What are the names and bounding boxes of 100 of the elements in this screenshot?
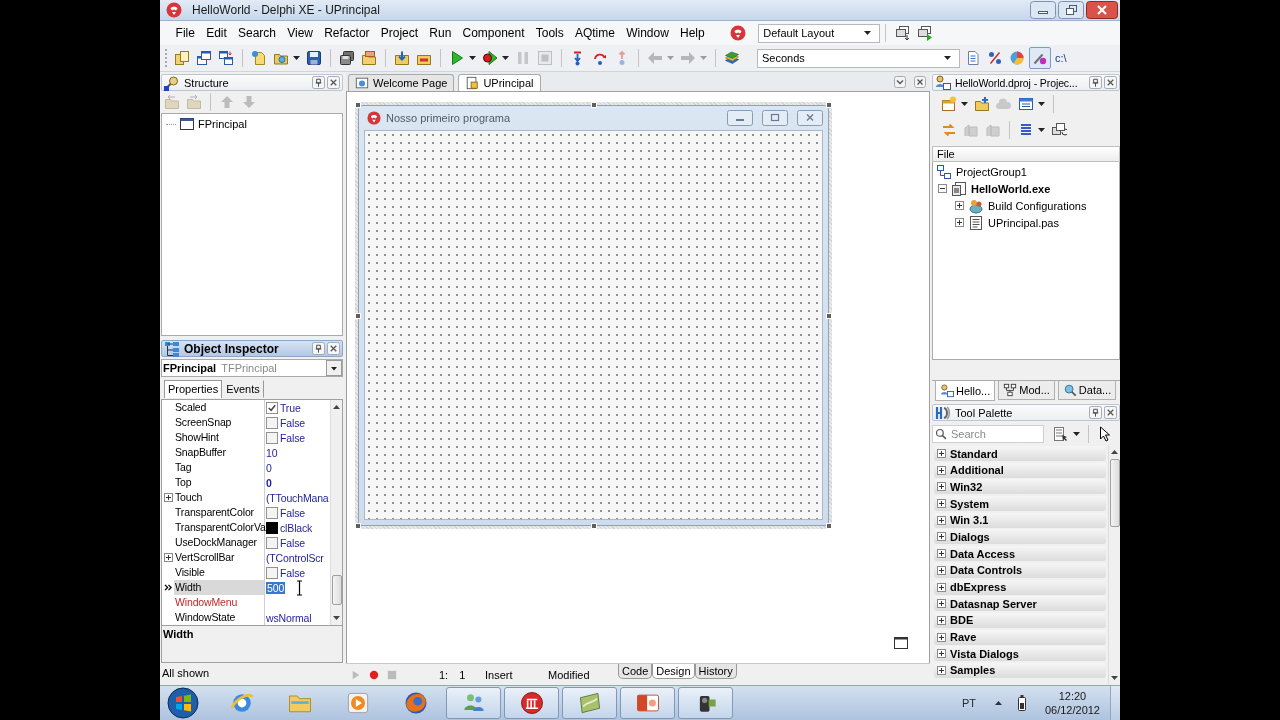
resize-handle[interactable] bbox=[826, 523, 832, 529]
checkbox[interactable] bbox=[266, 566, 278, 579]
resize-handle[interactable] bbox=[355, 312, 361, 319]
close-icon[interactable] bbox=[1086, 1, 1118, 19]
palette-category[interactable]: Rave bbox=[934, 629, 1106, 645]
view-tab[interactable]: Design bbox=[652, 664, 695, 679]
folder-down-arrow-icon[interactable] bbox=[394, 50, 410, 66]
pin-icon[interactable] bbox=[312, 76, 325, 89]
menu-item[interactable]: Search bbox=[232, 24, 282, 42]
scrollbar[interactable] bbox=[1108, 445, 1120, 685]
minimize-icon[interactable] bbox=[727, 110, 753, 126]
property-name[interactable]: Scaled bbox=[174, 400, 265, 415]
property-name[interactable]: SnapBuffer bbox=[174, 445, 265, 460]
checkbox[interactable] bbox=[266, 416, 278, 429]
pages-icon[interactable] bbox=[174, 50, 190, 66]
palette-category[interactable]: Win32 bbox=[934, 479, 1106, 495]
pie-chart-icon[interactable] bbox=[1009, 50, 1025, 66]
property-name[interactable]: VertScrollBar bbox=[174, 550, 265, 565]
palette-category[interactable]: Datasnap Server bbox=[934, 596, 1106, 612]
list-pointer-icon[interactable] bbox=[1053, 425, 1069, 442]
folder-icon[interactable] bbox=[361, 50, 377, 66]
resize-handle[interactable] bbox=[355, 102, 361, 108]
tree-item[interactable]: Build Configurations bbox=[988, 199, 1087, 212]
menu-item[interactable]: Help bbox=[674, 24, 711, 42]
window-star-icon[interactable] bbox=[941, 96, 957, 112]
palette-category[interactable]: dbExpress bbox=[934, 579, 1106, 595]
resize-handle[interactable] bbox=[590, 102, 597, 108]
checkbox[interactable] bbox=[266, 506, 278, 519]
tree-item[interactable]: FPrincipal bbox=[198, 118, 247, 130]
save-icon[interactable] bbox=[306, 50, 322, 66]
property-name[interactable]: Touch bbox=[174, 490, 265, 505]
palette-category[interactable]: Additional bbox=[934, 462, 1106, 478]
view-tab[interactable]: Code bbox=[618, 664, 653, 679]
editor-tab[interactable]: Welcome Page bbox=[348, 74, 455, 91]
tree-item[interactable]: UPrincipal.pas bbox=[988, 216, 1059, 229]
plus-box-icon[interactable] bbox=[163, 493, 173, 502]
new-page-icon[interactable] bbox=[251, 50, 267, 66]
close-icon[interactable] bbox=[327, 342, 340, 355]
plus-box-icon[interactable] bbox=[955, 201, 964, 210]
checkbox[interactable] bbox=[266, 536, 278, 549]
menu-item[interactable]: Edit bbox=[200, 24, 233, 42]
record-icon[interactable] bbox=[369, 669, 379, 680]
window-outline-icon[interactable] bbox=[894, 637, 908, 649]
close-icon[interactable] bbox=[914, 75, 926, 88]
tab[interactable]: Properties bbox=[164, 380, 223, 398]
close-icon[interactable] bbox=[1104, 76, 1117, 89]
stacked-windows-play-icon[interactable] bbox=[916, 25, 933, 41]
bug-play-icon[interactable] bbox=[482, 50, 498, 66]
layout-dropdown[interactable]: Default Layout bbox=[758, 23, 881, 43]
plus-box-icon[interactable] bbox=[955, 218, 964, 227]
panel-tab[interactable]: Mod... bbox=[998, 381, 1055, 400]
close-icon[interactable] bbox=[1104, 406, 1117, 419]
menu-item[interactable]: File bbox=[170, 24, 201, 42]
pin-icon[interactable] bbox=[1089, 76, 1102, 89]
property-name[interactable]: Tag bbox=[174, 460, 265, 475]
property-name[interactable]: TransparentColor bbox=[174, 505, 265, 520]
palette-category[interactable]: Samples bbox=[934, 662, 1106, 678]
panel-tab[interactable]: Data... bbox=[1057, 381, 1117, 400]
palette-category[interactable]: Standard bbox=[934, 446, 1106, 461]
caret-icon[interactable] bbox=[961, 102, 968, 106]
taskbar-button[interactable] bbox=[504, 687, 559, 719]
resize-handle[interactable] bbox=[590, 523, 597, 529]
path-button[interactable]: c:\ bbox=[1055, 52, 1067, 64]
object-selector[interactable]: FPrincipal TFPrincipal bbox=[161, 359, 343, 377]
view-tab[interactable]: History bbox=[694, 664, 737, 679]
menu-item[interactable]: Window bbox=[620, 24, 675, 42]
menu-item[interactable]: Run bbox=[423, 24, 457, 42]
property-name[interactable]: ShowHint bbox=[174, 430, 265, 445]
stacked-windows-icon[interactable] bbox=[1051, 122, 1067, 138]
pin-icon[interactable] bbox=[1089, 406, 1102, 419]
tree-item[interactable]: ProjectGroup1 bbox=[956, 165, 1027, 178]
restore-icon[interactable] bbox=[1058, 1, 1084, 19]
panel-tab[interactable]: Hello... bbox=[935, 381, 996, 401]
minimize-icon[interactable] bbox=[1030, 1, 1056, 19]
minus-box-icon[interactable] bbox=[938, 184, 947, 193]
up-arrow-icon[interactable] bbox=[993, 700, 1003, 706]
property-name[interactable]: UseDockManager bbox=[174, 535, 265, 550]
menu-item[interactable]: AQtime bbox=[569, 24, 621, 42]
books-icon[interactable] bbox=[724, 50, 740, 66]
start-orb-icon[interactable] bbox=[166, 687, 200, 719]
scrollbar[interactable] bbox=[330, 400, 342, 625]
document-list-icon[interactable] bbox=[965, 50, 981, 66]
pointer-icon[interactable] bbox=[1097, 425, 1113, 442]
palette-category[interactable]: Win 3.1 bbox=[934, 512, 1106, 528]
palette-category[interactable]: BDE bbox=[934, 612, 1106, 628]
property-name[interactable]: WindowMenu bbox=[174, 595, 265, 610]
caret-icon[interactable] bbox=[502, 56, 509, 60]
palette-category[interactable]: Data Access bbox=[934, 546, 1106, 562]
menu-item[interactable]: Tools bbox=[530, 24, 570, 42]
windows-icon[interactable] bbox=[196, 50, 212, 66]
dropdown-icon[interactable] bbox=[894, 75, 906, 88]
property-name[interactable]: Width bbox=[174, 580, 265, 595]
scrollbar-thumb[interactable] bbox=[331, 575, 342, 605]
palette-category[interactable]: Vista Dialogs bbox=[934, 646, 1106, 662]
logo-icon[interactable] bbox=[730, 25, 747, 41]
palette-category[interactable]: Data Controls bbox=[934, 562, 1106, 578]
property-name[interactable]: Top bbox=[174, 475, 265, 490]
list-icon[interactable] bbox=[1018, 122, 1034, 138]
caret-icon[interactable] bbox=[293, 56, 300, 60]
taskbar-button[interactable] bbox=[678, 687, 733, 719]
